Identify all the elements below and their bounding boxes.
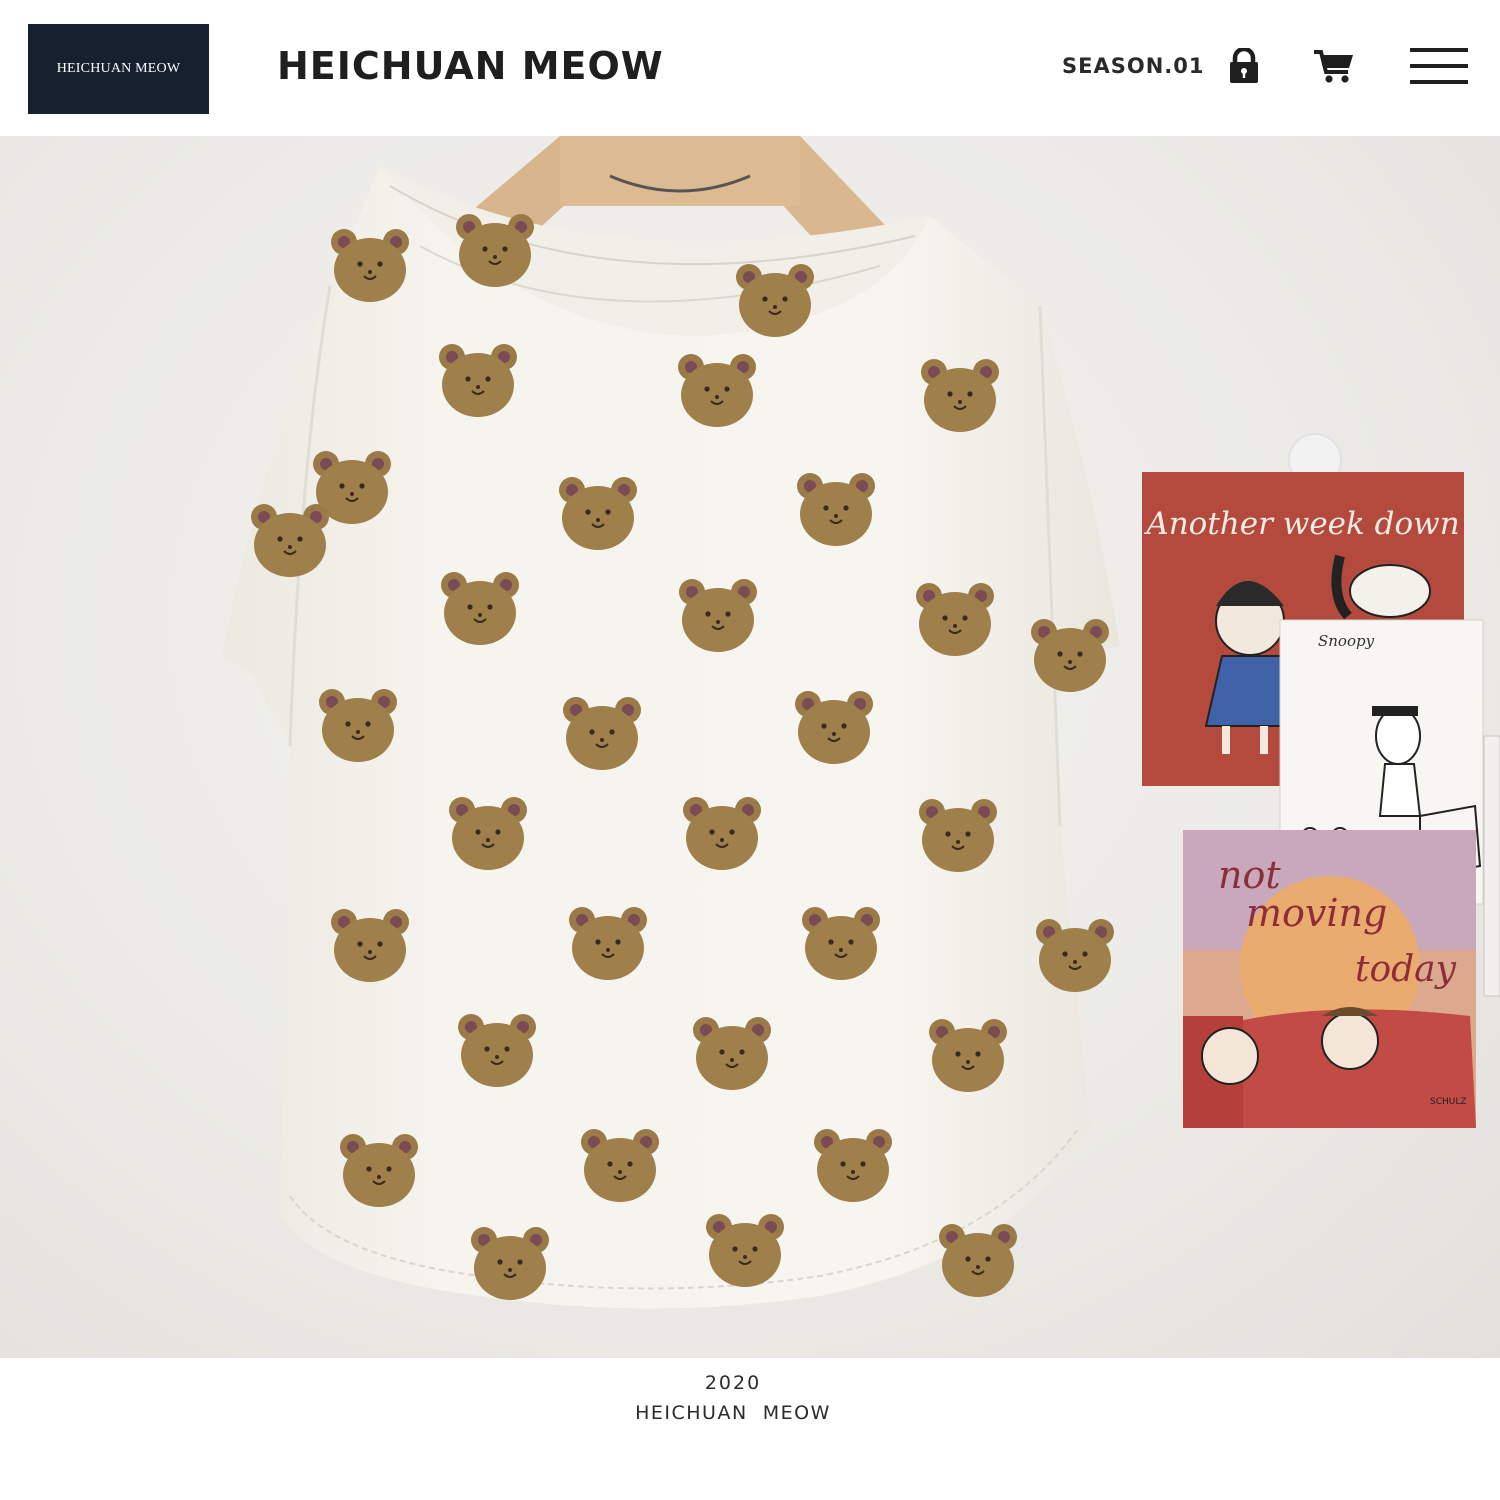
bear-print-shirt: [222, 166, 1120, 1309]
sofa-card-line3: today: [1355, 949, 1457, 990]
postcard-not-moving-today: not moving today SCHULZ: [1183, 830, 1476, 1128]
product-photo: Another week down Snoopy not moving toda…: [0, 136, 1500, 1358]
footer: 2020 HEICHUAN MEOW: [0, 1358, 1500, 1500]
brand-logo-text: HEICHUAN MEOW: [56, 61, 181, 76]
sofa-card-signature: SCHULZ: [1430, 1097, 1467, 1107]
footer-year: 2020: [704, 1372, 762, 1394]
postcard-edge: [1483, 735, 1500, 997]
sofa-card-line2: moving: [1246, 891, 1387, 935]
snoopy-card-text: Snoopy: [1318, 632, 1375, 650]
footer-brand: HEICHUAN MEOW: [635, 1402, 831, 1424]
menu-icon[interactable]: [1410, 46, 1468, 86]
product-photo-scene: Another week down Snoopy not moving toda…: [222, 136, 1500, 1309]
red-card-text: Another week down: [1143, 506, 1459, 542]
brand-logo[interactable]: HEICHUAN MEOW: [28, 24, 209, 114]
top-header: HEICHUAN MEOW HEICHUAN MEOW SEASON.01: [0, 0, 1500, 136]
brand-title: HEICHUAN MEOW: [277, 44, 664, 88]
lock-icon[interactable]: [1226, 48, 1262, 84]
cart-icon[interactable]: [1313, 48, 1355, 84]
season-link[interactable]: SEASON.01: [1062, 54, 1204, 78]
